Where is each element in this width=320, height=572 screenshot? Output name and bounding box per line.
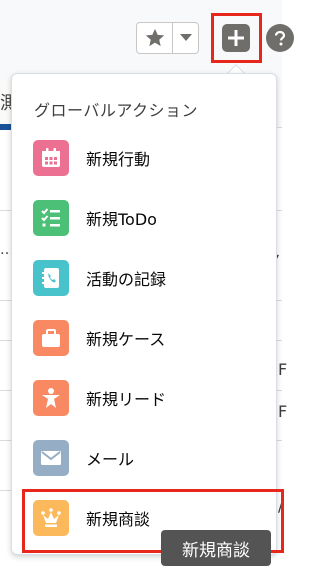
email-icon [33,440,69,476]
menu-item-new-case[interactable]: 新規ケース [12,308,276,368]
lead-person-icon [33,380,69,416]
menu-item-new-lead[interactable]: 新規リード [12,368,276,428]
menu-item-new-event[interactable]: 新規行動 [12,128,276,188]
menu-item-label: 新規ToDo [86,210,157,229]
menu-item-email[interactable]: メール [12,428,276,488]
help-button[interactable] [266,24,294,52]
log-call-icon [33,260,69,296]
favorites-button-group [136,22,199,54]
calendar-icon [33,140,69,176]
menu-item-label: 新規リード [86,390,167,409]
favorites-menu-button[interactable] [173,23,198,53]
menu-item-label: 新規ケース [86,330,166,349]
menu-item-log-activity[interactable]: 活動の記録 [12,248,276,308]
menu-item-new-todo[interactable]: 新規ToDo [12,188,276,248]
plus-icon [228,30,244,46]
menu-item-label: 新規行動 [86,150,151,169]
global-actions-dropdown: グローバルアクション 新規行動 新規ToDo 活動の記録 新規ケース 新規リード… [11,73,277,555]
help-icon [274,30,286,46]
chevron-down-icon [179,34,192,41]
briefcase-icon [33,320,69,356]
background-text-fragment: F [278,360,288,379]
menu-item-label: 活動の記録 [86,270,167,289]
dropdown-header: グローバルアクション [34,101,199,120]
global-actions-button[interactable] [222,24,250,52]
task-list-icon [33,200,69,236]
background-text-fragment: F [278,402,288,421]
tooltip: 新規商談 [161,530,271,566]
menu-item-label: メール [86,450,135,469]
star-icon [145,28,164,47]
favorites-button[interactable] [137,23,173,53]
